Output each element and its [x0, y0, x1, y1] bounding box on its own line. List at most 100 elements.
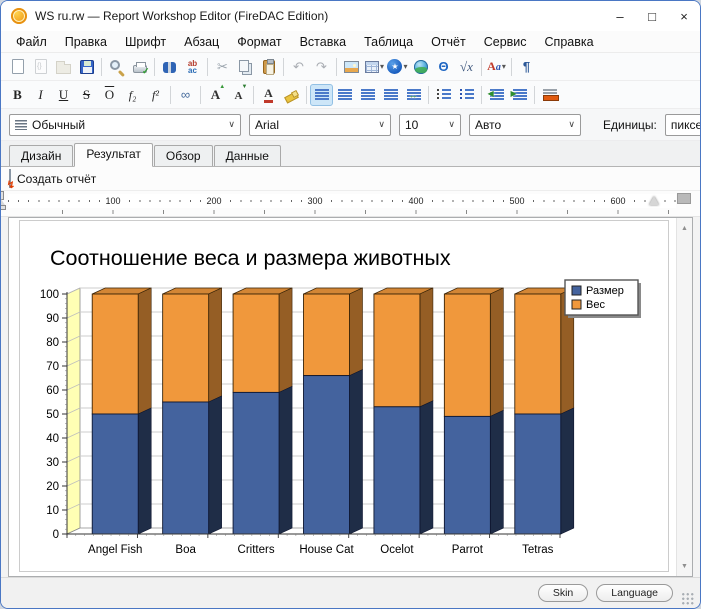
- right-indent-marker[interactable]: [649, 196, 659, 205]
- create-report-button[interactable]: Создать отчёт: [17, 172, 96, 186]
- numbered-list-icon[interactable]: [455, 84, 478, 106]
- grow-font-icon[interactable]: [204, 84, 227, 106]
- decrease-indent-icon[interactable]: [485, 84, 508, 106]
- left-indent-marker[interactable]: [0, 205, 6, 210]
- window-title: WS ru.rw — Report Workshop Editor (FireD…: [35, 9, 328, 23]
- highlight-color-icon[interactable]: [280, 84, 303, 106]
- menu-item-service[interactable]: Сервис: [475, 33, 536, 51]
- menu-item-file[interactable]: Файл: [7, 33, 56, 51]
- align-left-icon[interactable]: [310, 84, 333, 106]
- svg-text:Critters: Critters: [238, 544, 275, 556]
- insert-shape-icon[interactable]: ▾: [386, 56, 409, 78]
- paragraph-shading-icon[interactable]: [538, 84, 561, 106]
- menu-item-format[interactable]: Формат: [228, 33, 290, 51]
- style-combo[interactable]: Обычный: [9, 114, 241, 136]
- style-toolbar: Обычный Arial 10 Авто Единицы: пиксели: [1, 109, 700, 141]
- insert-symbol-icon[interactable]: Θ: [432, 56, 455, 78]
- undo-icon[interactable]: ↶: [287, 56, 310, 78]
- zoom-combo[interactable]: Авто: [469, 114, 581, 136]
- menu-item-help[interactable]: Справка: [536, 33, 603, 51]
- italic-icon[interactable]: I: [29, 84, 52, 106]
- increase-indent-icon[interactable]: [508, 84, 531, 106]
- overline-icon[interactable]: O: [98, 84, 121, 106]
- bold-icon[interactable]: B: [6, 84, 29, 106]
- font-color-icon[interactable]: [257, 84, 280, 106]
- maximize-button[interactable]: □: [636, 1, 668, 31]
- cut-icon[interactable]: ✂: [211, 56, 234, 78]
- menu-item-paragraph[interactable]: Абзац: [175, 33, 228, 51]
- svg-text:40: 40: [46, 433, 59, 445]
- app-icon: [11, 8, 27, 24]
- subscript-icon[interactable]: f₂: [121, 84, 144, 106]
- menu-item-report[interactable]: Отчёт: [422, 33, 475, 51]
- report-chart: 0102030405060708090100Angel FishBoaCritt…: [28, 231, 673, 571]
- paragraph-style-icon: [15, 120, 27, 130]
- paste-icon[interactable]: [257, 56, 280, 78]
- resize-grip-icon[interactable]: [681, 592, 694, 605]
- svg-text:100: 100: [40, 289, 59, 301]
- document-page[interactable]: 0102030405060708090100Angel FishBoaCritt…: [19, 220, 669, 572]
- language-button[interactable]: Language: [596, 584, 673, 602]
- window-controls: – □ ×: [604, 1, 700, 31]
- save-icon[interactable]: [75, 56, 98, 78]
- font-dialog-icon[interactable]: ▾: [485, 56, 508, 78]
- svg-text:10: 10: [46, 505, 59, 517]
- tab-preview[interactable]: Обзор: [154, 145, 213, 166]
- units-label: Единицы:: [603, 118, 657, 132]
- toolbar-separator: [534, 86, 535, 104]
- font-combo[interactable]: Arial: [249, 114, 391, 136]
- svg-text:Angel Fish: Angel Fish: [88, 544, 142, 556]
- scroll-up-icon[interactable]: [677, 220, 692, 236]
- ruler-number: 100: [102, 194, 123, 208]
- shrink-font-icon[interactable]: [227, 84, 250, 106]
- stacked-bar-chart: 0102030405060708090100Angel FishBoaCritt…: [28, 231, 673, 571]
- redo-icon[interactable]: ↷: [310, 56, 333, 78]
- ruler-track: 100200300400500600: [8, 194, 676, 208]
- toolbar-separator: [101, 58, 102, 76]
- tab-result[interactable]: Результат: [74, 143, 153, 167]
- formatting-marks-icon[interactable]: ¶: [515, 56, 538, 78]
- menu-item-font[interactable]: Шрифт: [116, 33, 175, 51]
- bullet-list-icon[interactable]: [432, 84, 455, 106]
- minimize-button[interactable]: –: [604, 1, 636, 31]
- vertical-scrollbar[interactable]: [676, 218, 692, 576]
- menu-item-edit[interactable]: Правка: [56, 33, 116, 51]
- style-combo-value: Обычный: [32, 118, 85, 132]
- close-button[interactable]: ×: [668, 1, 700, 31]
- menu-item-table[interactable]: Таблица: [355, 33, 422, 51]
- fit-width-icon[interactable]: [402, 84, 425, 106]
- insert-hyperlink-icon[interactable]: [409, 56, 432, 78]
- menu-item-insert[interactable]: Вставка: [291, 33, 355, 51]
- skin-button[interactable]: Skin: [538, 584, 588, 602]
- insert-image-icon[interactable]: [340, 56, 363, 78]
- glasses-icon[interactable]: ∞: [174, 84, 197, 106]
- replace-icon[interactable]: [181, 56, 204, 78]
- new-from-template-icon[interactable]: {}: [29, 56, 52, 78]
- new-document-icon[interactable]: [6, 56, 29, 78]
- font-combo-value: Arial: [255, 118, 279, 132]
- align-center-icon[interactable]: [333, 84, 356, 106]
- print-icon[interactable]: [128, 56, 151, 78]
- font-size-combo[interactable]: 10: [399, 114, 461, 136]
- underline-icon[interactable]: U: [52, 84, 75, 106]
- insert-table-icon[interactable]: ▾: [363, 56, 386, 78]
- ruler-number: 500: [506, 194, 527, 208]
- justify-icon[interactable]: [379, 84, 402, 106]
- find-icon[interactable]: [158, 56, 181, 78]
- application-window: WS ru.rw — Report Workshop Editor (FireD…: [0, 0, 701, 609]
- print-preview-icon[interactable]: [105, 56, 128, 78]
- svg-text:Boa: Boa: [175, 544, 196, 556]
- tab-data[interactable]: Данные: [214, 145, 281, 166]
- open-folder-icon[interactable]: [52, 56, 75, 78]
- copy-icon[interactable]: [234, 56, 257, 78]
- scroll-down-icon[interactable]: [677, 558, 692, 574]
- chevron-down-icon: [378, 119, 385, 130]
- superscript-icon[interactable]: f²: [144, 84, 167, 106]
- strikethrough-icon[interactable]: S: [75, 84, 98, 106]
- align-right-icon[interactable]: [356, 84, 379, 106]
- svg-text:50: 50: [46, 409, 59, 421]
- insert-formula-icon[interactable]: √x: [455, 56, 478, 78]
- tab-design[interactable]: Дизайн: [9, 145, 73, 166]
- svg-text:House Cat: House Cat: [299, 544, 354, 556]
- units-combo[interactable]: пиксели: [665, 114, 700, 136]
